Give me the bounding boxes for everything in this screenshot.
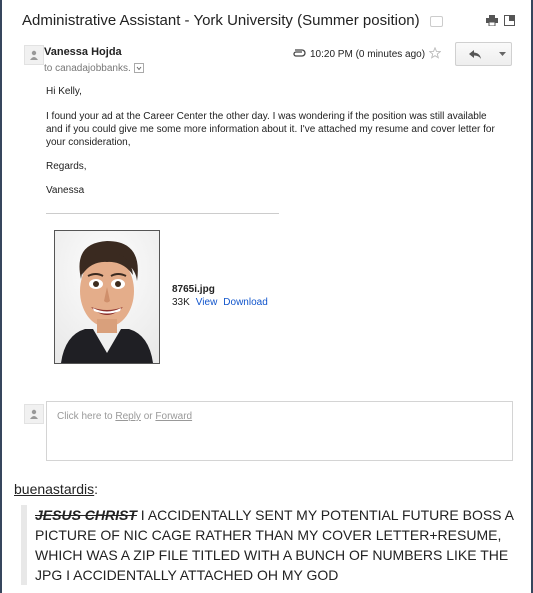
reply-arrow-icon xyxy=(469,49,481,59)
paperclip-icon xyxy=(292,49,306,60)
signature: Vanessa xyxy=(46,185,85,196)
reply-button[interactable] xyxy=(455,42,495,66)
person-icon xyxy=(30,50,38,60)
strikethrough-text: JESUS CHRIST xyxy=(35,507,137,523)
sender-name[interactable]: Vanessa Hojda xyxy=(44,46,122,58)
person-icon xyxy=(30,409,38,419)
post-username-link[interactable]: buenastardis xyxy=(14,481,94,497)
recipient-text: to canadajobbanks. xyxy=(44,63,131,74)
reply-prompt-or: or xyxy=(143,411,153,422)
post-author: buenastardis: xyxy=(14,481,98,497)
signoff: Regards, xyxy=(46,161,87,172)
star-icon[interactable] xyxy=(428,46,442,62)
reply-link[interactable]: Reply xyxy=(115,411,141,422)
forward-link[interactable]: Forward xyxy=(155,411,192,422)
sender-avatar xyxy=(24,45,44,65)
email-card: Administrative Assistant - York Universi… xyxy=(2,0,531,593)
reply-avatar xyxy=(24,404,44,424)
post-quote: JESUS CHRIST I ACCIDENTALLY SENT MY POTE… xyxy=(21,505,533,585)
attachment-view-link[interactable]: View xyxy=(196,297,218,308)
attachment-size: 33K xyxy=(172,297,190,308)
email-timestamp: 10:20 PM (0 minutes ago) xyxy=(310,49,426,60)
chevron-down-icon xyxy=(498,52,506,56)
time-area: 10:20 PM (0 minutes ago) xyxy=(292,46,442,62)
recipient-line: to canadajobbanks. xyxy=(44,63,144,74)
reply-box[interactable]: Click here to Reply or Forward xyxy=(46,401,513,461)
print-icon[interactable] xyxy=(486,15,498,26)
recipient-details-dropdown[interactable] xyxy=(133,63,144,74)
post-username-colon: : xyxy=(94,481,99,497)
attachment-filename: 8765i.jpg xyxy=(172,284,215,295)
label-tag-icon[interactable] xyxy=(429,15,443,27)
new-window-icon[interactable] xyxy=(504,15,515,26)
email-subject: Administrative Assistant - York Universi… xyxy=(22,12,443,29)
subject-text: Administrative Assistant - York Universi… xyxy=(22,12,420,29)
more-options-button[interactable] xyxy=(493,42,512,66)
attachment-divider xyxy=(46,213,279,214)
reply-prompt-prefix: Click here to xyxy=(57,411,113,422)
reply-prompt: Click here to Reply or Forward xyxy=(57,411,192,422)
header-actions xyxy=(486,15,515,26)
attachment-download-link[interactable]: Download xyxy=(223,297,267,308)
greeting: Hi Kelly, xyxy=(46,86,82,97)
attachment-thumbnail[interactable] xyxy=(54,230,160,364)
attachment-meta: 33K View Download xyxy=(172,297,268,308)
email-body: I found your ad at the Career Center the… xyxy=(46,111,495,148)
